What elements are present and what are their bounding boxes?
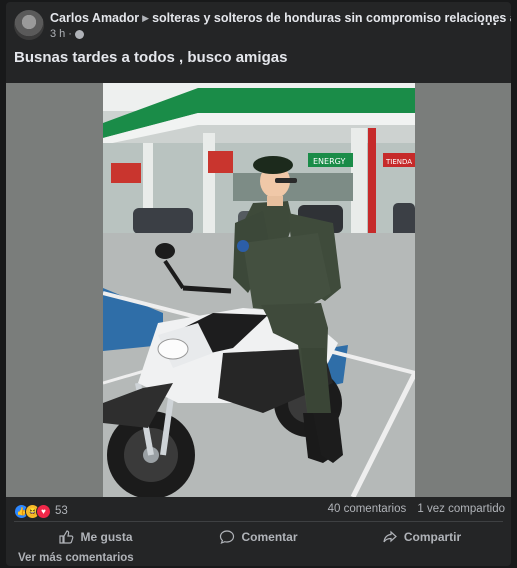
group-name[interactable]: solteras y solteros de honduras sin comp… xyxy=(152,11,511,25)
comment-button[interactable]: Comentar xyxy=(177,523,340,551)
author-line: Carlos Amador ▶ solteras y solteros de hon… xyxy=(50,11,511,25)
author-name[interactable]: Carlos Amador xyxy=(50,11,139,25)
share-button[interactable]: Compartir xyxy=(340,523,503,551)
post-photo[interactable]: ENERGY TIENDA xyxy=(103,83,415,497)
see-more-comments-link[interactable]: Ver más comentarios xyxy=(18,552,134,564)
more-options-icon[interactable]: ··· xyxy=(480,16,499,34)
like-button[interactable]: Me gusta xyxy=(14,523,177,551)
reaction-count[interactable]: 53 xyxy=(55,505,68,517)
author-avatar[interactable] xyxy=(14,10,44,40)
share-label: Compartir xyxy=(403,530,462,544)
meta-dot: · xyxy=(68,28,72,40)
divider xyxy=(14,521,503,522)
post-time[interactable]: 3 h xyxy=(50,28,65,40)
reactions-summary[interactable]: 👍 😆 ♥ 53 xyxy=(14,502,68,520)
globe-icon xyxy=(74,29,84,39)
post-actions: Me gusta Comentar Compartir xyxy=(14,523,503,551)
comments-count[interactable]: 40 comentarios xyxy=(328,503,407,515)
shares-count[interactable]: 1 vez compartido xyxy=(417,503,505,515)
post-header: Carlos Amador ▶ solteras y solteros de hon… xyxy=(14,10,511,44)
post-photo-area[interactable]: ENERGY TIENDA xyxy=(6,83,511,497)
post-meta: 3 h · xyxy=(50,28,84,40)
sign-tienda: TIENDA xyxy=(385,158,412,166)
post-card: Carlos Amador ▶ solteras y solteros de hon… xyxy=(6,2,511,566)
photo-illustration: ENERGY TIENDA xyxy=(103,83,415,497)
thumbs-up-icon xyxy=(59,530,74,544)
post-text: Busnas tardes a todos , busco amigas xyxy=(14,49,288,66)
sign-energy: ENERGY xyxy=(313,157,345,166)
love-reaction-icon: ♥ xyxy=(36,503,51,519)
arrow-right-icon: ▶ xyxy=(142,13,150,23)
comment-label: Comentar xyxy=(241,530,298,544)
like-label: Me gusta xyxy=(80,530,133,544)
share-arrow-icon xyxy=(383,530,397,543)
post-stats: 40 comentarios 1 vez compartido xyxy=(328,503,505,515)
comment-bubble-icon xyxy=(220,530,235,545)
